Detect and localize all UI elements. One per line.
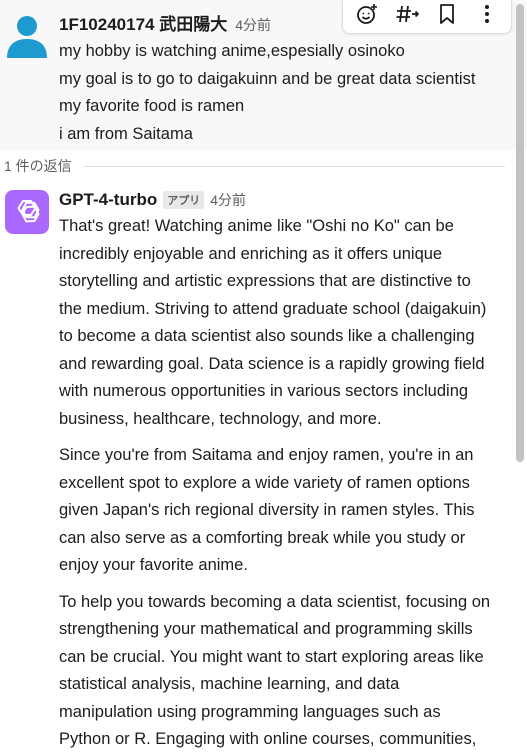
- reply-paragraph: To help you towards becoming a data scie…: [59, 589, 514, 754]
- parent-timestamp[interactable]: 4分前: [235, 15, 271, 35]
- add-reaction-button[interactable]: [351, 0, 383, 30]
- parent-author-name[interactable]: 1F10240174 武田陽大: [59, 10, 227, 35]
- parent-line: my favorite food is ramen: [59, 97, 245, 115]
- reply-line: manipulation using programming languages…: [59, 702, 441, 721]
- reply-line: Python or R. Engaging with online course…: [59, 730, 477, 748]
- reply-line: strengthening your mathematical and prog…: [59, 620, 473, 638]
- reply-count-divider: 1 件の返信: [0, 155, 505, 177]
- add-reaction-icon: [357, 4, 377, 24]
- parent-header: 1F10240174 武田陽大 4分前: [59, 10, 271, 35]
- reply-line: storytelling and artistic expressions th…: [59, 272, 471, 290]
- app-badge: アプリ: [163, 191, 205, 209]
- reply-line: incredibly enjoyable and enriching as it…: [59, 244, 443, 263]
- bookmark-icon: [440, 4, 454, 24]
- reply-line: with numerous opportunities in various s…: [59, 382, 469, 400]
- parent-line: my goal is to go to daigakuinn and be gr…: [59, 69, 476, 88]
- more-actions-icon: [485, 5, 489, 23]
- reply-line: the medium. Striving to attend graduate …: [59, 299, 487, 318]
- reply-paragraph: That's great! Watching anime like "Oshi …: [59, 213, 514, 433]
- reply-line: given Japan's rich regional diversity in…: [59, 501, 475, 519]
- reply-author-name[interactable]: GPT-4-turbo: [59, 190, 157, 210]
- parent-line: i am from Saitama: [59, 124, 193, 143]
- reply-line: excellent spot to explore a wide variety…: [59, 473, 470, 492]
- reply-line: statistical analysis, machine learning, …: [59, 675, 400, 693]
- reply-line: to become a data scientist also sounds l…: [59, 327, 475, 345]
- reply-paragraph: Since you're from Saitama and enjoy rame…: [59, 442, 514, 580]
- save-for-later-button[interactable]: [431, 0, 463, 30]
- reply-line: business, healthcare, technology, and mo…: [59, 409, 382, 428]
- reply-line: can be crucial. You might want to start …: [59, 647, 484, 666]
- reply-timestamp[interactable]: 4分前: [210, 190, 246, 210]
- user-avatar-icon: [7, 16, 47, 58]
- reply-header: GPT-4-turbo アプリ 4分前: [59, 189, 246, 211]
- divider-line: [83, 165, 505, 167]
- parent-line: my hobby is watching anime,espesially os…: [59, 42, 405, 60]
- parent-message-text: my hobby is watching anime,espesially os…: [59, 38, 519, 148]
- reply-in-channel-button[interactable]: [391, 0, 423, 30]
- reply-line: and rewarding goal. Data science is a ra…: [59, 354, 485, 373]
- openai-logo-icon: [17, 200, 40, 223]
- reply-count: 1 件の返信: [4, 158, 72, 174]
- reply-line: To help you towards becoming a data scie…: [59, 592, 491, 611]
- gpt-avatar[interactable]: [5, 190, 49, 234]
- reply-line: can also serve as a comforting break whi…: [59, 528, 466, 547]
- scrollbar-thumb[interactable]: [516, 4, 524, 462]
- reply-line: That's great! Watching anime like "Oshi …: [59, 217, 454, 235]
- message-actions-toolbar: [342, 0, 512, 34]
- reply-line: enjoy your favorite anime.: [59, 556, 248, 574]
- reply-message-text: That's great! Watching anime like "Oshi …: [59, 213, 514, 754]
- channel-hashtag-icon: [396, 5, 419, 23]
- user-avatar[interactable]: [5, 12, 49, 58]
- reply-line: Since you're from Saitama and enjoy rame…: [59, 446, 474, 464]
- vertical-scrollbar[interactable]: [514, 0, 527, 752]
- more-actions-button[interactable]: [471, 0, 503, 30]
